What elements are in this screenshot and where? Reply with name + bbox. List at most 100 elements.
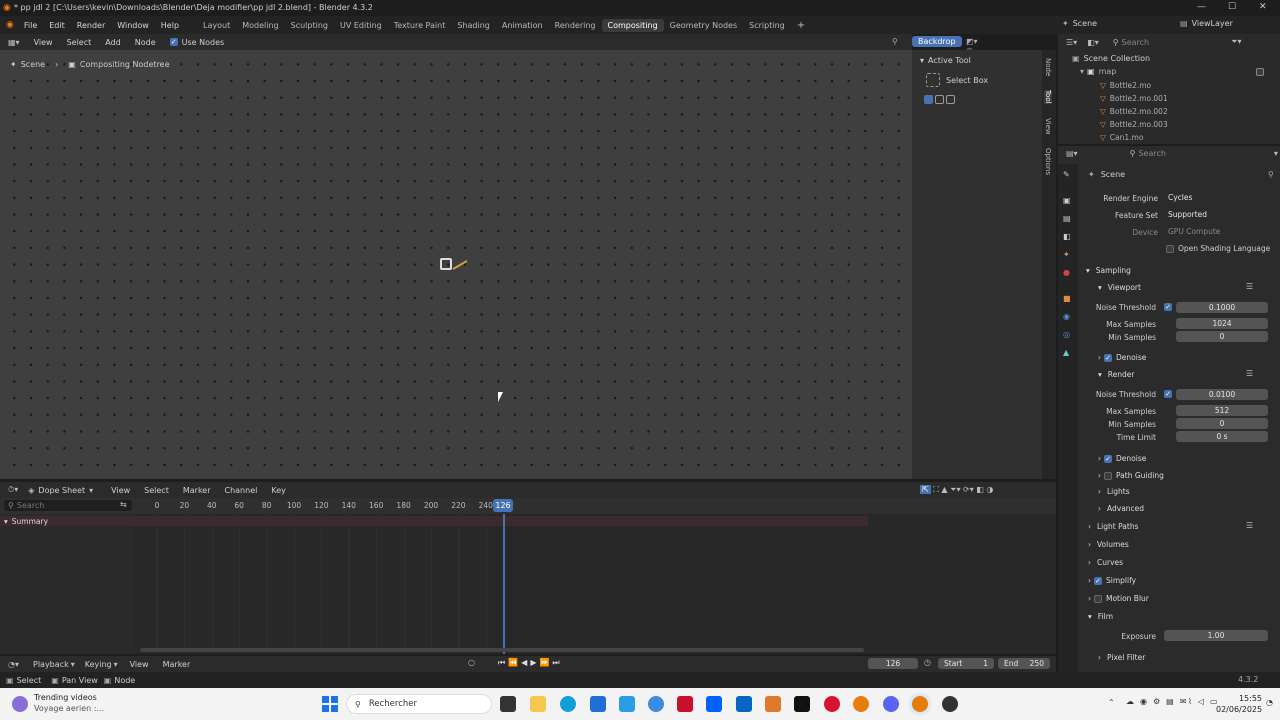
- editor-type-icon[interactable]: ▦▾: [8, 38, 20, 47]
- node-editor-canvas[interactable]: ✦ Scene › ▣ Compositing Nodetree: [0, 50, 912, 479]
- render-engine-select[interactable]: Cycles: [1162, 192, 1274, 203]
- discord-icon[interactable]: [883, 696, 899, 712]
- ds-menu-key[interactable]: Key: [271, 486, 286, 495]
- backdrop-button[interactable]: Backdrop: [912, 36, 962, 47]
- feature-set-select[interactable]: Supported: [1162, 209, 1274, 220]
- data-tab-icon[interactable]: ▲: [1063, 348, 1069, 357]
- presets-list-icon[interactable]: ☰: [1246, 369, 1253, 378]
- ds-menu-marker[interactable]: Marker: [183, 486, 211, 495]
- motion-blur-panel[interactable]: › Motion Blur: [1088, 594, 1149, 603]
- volumes-panel[interactable]: › Volumes: [1088, 540, 1129, 549]
- r-denoise-checkbox[interactable]: ✓: [1104, 454, 1112, 463]
- exposure-field[interactable]: 1.00: [1164, 630, 1268, 641]
- capcut-icon[interactable]: [794, 696, 810, 712]
- menu-edit[interactable]: Edit: [43, 21, 71, 30]
- r-max-samples-field[interactable]: 512: [1176, 405, 1268, 416]
- outliner-item[interactable]: ▽ Bottle2.mo: [1100, 81, 1151, 90]
- current-frame-field[interactable]: 126: [868, 658, 918, 669]
- ds-menu-select[interactable]: Select: [144, 486, 169, 495]
- view-menu[interactable]: View: [130, 660, 149, 669]
- outliner-item[interactable]: ▽ Bottle2.mo.001: [1100, 94, 1168, 103]
- dopesheet-area[interactable]: ▾ Summary: [0, 514, 1056, 654]
- use-nodes-checkbox[interactable]: ✓: [169, 38, 178, 46]
- blender-menu-icon[interactable]: ◉: [6, 20, 14, 30]
- dropbox-icon[interactable]: [706, 696, 722, 712]
- filter-options-icon[interactable]: ⇱ ⛶ ▲ ⏷▾ ⟳▾ ◧ ◑: [920, 485, 993, 495]
- clock-time[interactable]: 15:55: [1222, 694, 1262, 703]
- render-tab-icon[interactable]: ▣: [1063, 196, 1071, 205]
- menu-file[interactable]: File: [18, 21, 43, 30]
- horizontal-scrollbar[interactable]: [140, 648, 864, 652]
- path-guiding-subpanel[interactable]: › Path Guiding: [1098, 471, 1164, 480]
- pixel-filter-subpanel[interactable]: › Pixel Filter: [1098, 653, 1145, 662]
- node-menu-select[interactable]: Select: [67, 38, 92, 47]
- marker-menu[interactable]: Marker: [163, 660, 191, 669]
- tab-node[interactable]: Node: [1044, 58, 1052, 76]
- pin-icon[interactable]: ⚲: [1268, 170, 1274, 179]
- constraints-tab-icon[interactable]: ◎: [1063, 330, 1070, 339]
- exclude-checkbox[interactable]: [1256, 67, 1264, 76]
- simplify-panel[interactable]: › ✓ Simplify: [1088, 576, 1136, 585]
- select-box-tool[interactable]: Select Box: [926, 73, 988, 87]
- tab-sculpting[interactable]: Sculpting: [285, 19, 334, 32]
- swap-icon[interactable]: ⇆: [120, 500, 127, 509]
- timeline-ruler[interactable]: ⚲ Search ⇆ 0 20 40 60 80 100 120 140 160 180 200 22…: [0, 498, 1056, 514]
- blender-active-icon[interactable]: [912, 696, 928, 712]
- viewport-subpanel-header[interactable]: ▾ Viewport: [1098, 283, 1141, 292]
- output-tab-icon[interactable]: ▤: [1063, 214, 1071, 223]
- tray-chevron-icon[interactable]: ⌃: [1108, 698, 1115, 707]
- task-view-icon[interactable]: [500, 696, 516, 712]
- osl-checkbox[interactable]: [1166, 244, 1174, 253]
- tab-shading[interactable]: Shading: [451, 19, 496, 32]
- edge-icon[interactable]: [560, 696, 576, 712]
- ds-menu-view[interactable]: View: [111, 486, 130, 495]
- taskbar-search[interactable]: ⚲ Rechercher: [346, 694, 492, 714]
- node-menu-node[interactable]: Node: [135, 38, 156, 47]
- record-icon[interactable]: ○: [468, 658, 475, 667]
- sampling-panel-header[interactable]: ▾ Sampling: [1086, 266, 1131, 275]
- physics-tab-icon[interactable]: ◉: [1063, 312, 1070, 321]
- blender-icon[interactable]: [853, 696, 869, 712]
- node-menu-add[interactable]: Add: [105, 38, 121, 47]
- vp-noise-threshold-checkbox[interactable]: ✓: [1164, 303, 1172, 311]
- menu-help[interactable]: Help: [155, 21, 185, 30]
- collection-map-row[interactable]: ▾ ▣ map: [1080, 67, 1276, 76]
- mode-subtract-icon[interactable]: [946, 95, 955, 104]
- world-tab-icon[interactable]: ●: [1063, 268, 1070, 277]
- mcafee-icon[interactable]: [677, 696, 693, 712]
- mode-new-icon[interactable]: [924, 95, 933, 104]
- close-icon[interactable]: ✕: [1259, 2, 1267, 12]
- outliner-search-input[interactable]: Search: [1122, 38, 1149, 47]
- advanced-subpanel[interactable]: › Advanced: [1098, 504, 1144, 513]
- vp-denoise-subpanel[interactable]: › ✓ Denoise: [1098, 353, 1146, 362]
- active-tool-header[interactable]: ▾ Active Tool: [920, 56, 971, 65]
- vp-noise-threshold-field[interactable]: 0.1000: [1176, 302, 1268, 313]
- display-mode-icon[interactable]: ◧▾: [1087, 38, 1099, 47]
- outliner-item[interactable]: ▽ Can1.mo: [1100, 133, 1143, 142]
- opera-icon[interactable]: [824, 696, 840, 712]
- preview-range-icon[interactable]: ◷: [924, 658, 931, 667]
- news-widget-icon[interactable]: [12, 696, 28, 712]
- lights-subpanel[interactable]: › Lights: [1098, 487, 1130, 496]
- curves-panel[interactable]: › Curves: [1088, 558, 1123, 567]
- scene-selector[interactable]: ✦ Scene: [1062, 19, 1097, 28]
- app-icon[interactable]: [765, 696, 781, 712]
- device-select[interactable]: GPU Compute: [1162, 226, 1274, 237]
- keying-menu[interactable]: Keying: [85, 660, 112, 669]
- editor-type-icon[interactable]: ◔▾: [8, 660, 19, 669]
- tab-compositing[interactable]: Compositing: [601, 18, 664, 32]
- menu-window[interactable]: Window: [111, 21, 155, 30]
- tab-uv-editing[interactable]: UV Editing: [334, 19, 388, 32]
- tab-animation[interactable]: Animation: [496, 19, 549, 32]
- object-tab-icon[interactable]: ■: [1063, 294, 1071, 303]
- r-noise-threshold-field[interactable]: 0.0100: [1176, 389, 1268, 400]
- start-frame-field[interactable]: Start 1: [938, 658, 994, 669]
- notification-icon[interactable]: ◔: [1266, 698, 1273, 707]
- tool-tab-icon[interactable]: ✎: [1063, 170, 1070, 179]
- outliner-item[interactable]: ▽ Bottle2.mo.002: [1100, 107, 1168, 116]
- start-button[interactable]: [322, 696, 338, 712]
- system-tray-icons[interactable]: ☁◉⚙▤✉: [1126, 697, 1192, 706]
- mode-extend-icon[interactable]: [935, 95, 944, 104]
- tab-rendering[interactable]: Rendering: [549, 19, 602, 32]
- small-node[interactable]: [440, 258, 452, 270]
